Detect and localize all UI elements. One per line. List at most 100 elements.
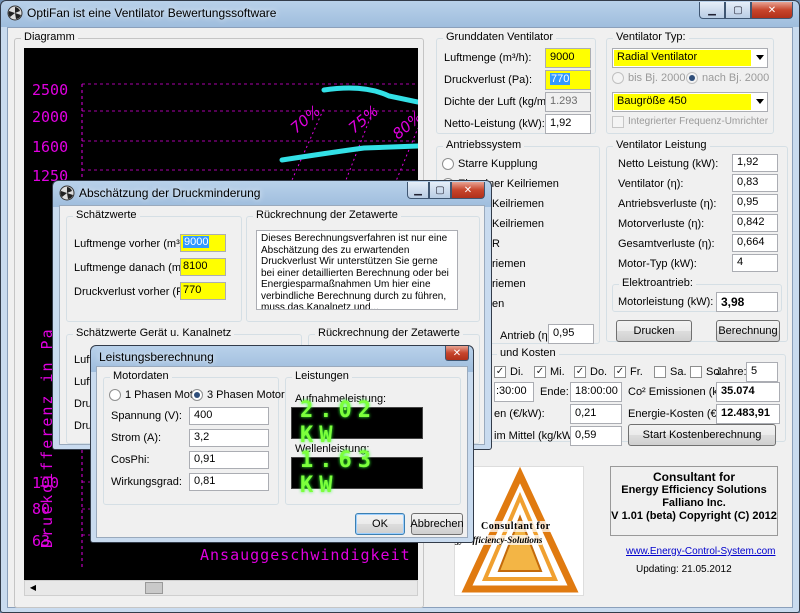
leistung-row-label: Motor-Typ (kW): — [618, 258, 697, 270]
nach-2000-radio[interactable] — [686, 72, 698, 84]
fan-app-icon — [7, 5, 23, 21]
leistung-row-label: Gesamtverluste (η): — [618, 238, 715, 250]
leistung-row-value: 0,664 — [732, 234, 778, 252]
leistung-row-label: Antriebsverluste (η): — [618, 198, 717, 210]
leistung-row-label: Netto Leistung (kW): — [618, 158, 719, 170]
company-line-1: Consultant for — [653, 470, 735, 484]
leistung-titlebar[interactable]: Leistungsberechnung ✕ — [91, 346, 473, 366]
day-checkbox[interactable]: ✓ — [574, 366, 586, 378]
grunddaten-title: Grunddaten Ventilator — [443, 31, 557, 43]
maximize-button[interactable]: ▢ — [725, 2, 751, 19]
antrieb-option-label: Keilriemen — [492, 218, 544, 230]
leistungen-title: Leistungen — [292, 370, 352, 382]
fan-curve — [279, 143, 418, 163]
motorleistung-value: 3,98 — [716, 292, 778, 312]
dichte-input[interactable]: 1.293 — [545, 92, 591, 112]
minimize-icon: ▁ — [708, 4, 716, 16]
antrieb-eta-label: Antrieb (η): — [500, 330, 555, 342]
bis-2000-radio[interactable] — [612, 72, 624, 84]
leistung-row-value: 4 — [732, 254, 778, 272]
ende-input[interactable]: 18:00:00 — [570, 382, 622, 402]
phase3-radio[interactable] — [191, 389, 203, 401]
day-label: So. — [706, 366, 723, 378]
motor-row-label: Wirkungsgrad: — [111, 476, 182, 488]
druckverlust-input[interactable]: 770 — [545, 70, 591, 90]
close-icon: ✕ — [767, 4, 777, 16]
fu-checkbox[interactable] — [612, 116, 624, 128]
antrieb-option-label: Starre Kupplung — [458, 158, 538, 170]
company-url-link[interactable]: www.Energy-Control-System.com — [626, 546, 775, 557]
chart-y-tick: 2500 — [32, 81, 68, 99]
logo-graphic — [461, 466, 579, 593]
motor-row-input[interactable]: 400 — [189, 407, 269, 425]
motordaten-title: Motordaten — [110, 370, 172, 382]
scroll-thumb[interactable] — [145, 582, 163, 594]
schaetz-row-label: Luftmenge vorher (m³/h): — [74, 238, 196, 250]
druckverlust-label: Druckverlust (Pa): — [444, 74, 533, 86]
antrieb-option-radio[interactable] — [442, 158, 454, 170]
wellen-display: 1.63 KW — [291, 448, 423, 498]
fan-curve — [321, 85, 418, 105]
leistung-row-value: 1,92 — [732, 154, 778, 172]
start-time-input[interactable]: :30:00 — [494, 382, 534, 402]
diagram-label: Diagramm — [21, 31, 78, 43]
chart-y-tick: 2000 — [32, 108, 68, 126]
schaetz-row-input[interactable]: 770 — [180, 282, 226, 300]
chart-y-tick: 1600 — [32, 138, 68, 156]
preis-input[interactable]: 0,21 — [570, 404, 622, 424]
day-checkbox[interactable] — [654, 366, 666, 378]
minimize-icon: ▁ — [414, 184, 422, 196]
co2-value: 35.074 — [716, 382, 780, 402]
chart-scrollbar[interactable]: ◀ — [24, 580, 418, 596]
motor-row-input[interactable]: 3,2 — [189, 429, 269, 447]
ende-label: Ende: — [540, 386, 569, 398]
druckminderung-titlebar[interactable]: Abschätzung der Druckminderung ▁ ▢ ✕ — [53, 181, 491, 205]
netto-input[interactable]: 1,92 — [545, 114, 591, 134]
jahre-input[interactable]: 5 — [746, 362, 778, 382]
close-button[interactable]: ✕ — [445, 346, 469, 361]
ok-button[interactable]: OK — [355, 513, 405, 535]
start-kostenberechnung-button[interactable]: Start Kostenberechnung — [628, 424, 776, 446]
day-label: Di. — [510, 366, 524, 378]
chart-xlabel: Ansauggeschwindigkeit — [200, 546, 411, 564]
berechnung-button[interactable]: Berechnung — [716, 320, 780, 342]
antrieb-eta-input[interactable]: 0,95 — [548, 324, 594, 344]
mittel-input[interactable]: 0,59 — [570, 426, 622, 446]
schaetz-row-input[interactable]: 9000 — [180, 234, 226, 252]
day-label: Sa. — [670, 366, 687, 378]
fu-label: Integrierter Frequenz-Umrichter — [628, 116, 769, 127]
abbrechen-button[interactable]: Abbrechen — [410, 513, 464, 535]
maximize-button[interactable]: ▢ — [429, 182, 451, 199]
drucken-button[interactable]: Drucken — [616, 320, 692, 342]
schaetz-row-value: 8100 — [183, 260, 208, 272]
ventilator-typ-title: Ventilator Typ: — [613, 31, 689, 43]
close-button[interactable]: ✕ — [451, 182, 485, 199]
close-button[interactable]: ✕ — [751, 2, 793, 19]
elektroantrieb-title: Elektroantrieb: — [619, 277, 696, 289]
bis-2000-label: bis Bj. 2000 — [628, 72, 686, 84]
day-checkbox[interactable] — [690, 366, 702, 378]
leistung-row-label: Ventilator (η): — [618, 178, 684, 190]
mittel-label: im Mittel (kg/kW): — [494, 430, 579, 442]
main-titlebar[interactable]: OptiFan ist eine Ventilator Bewertungsso… — [1, 1, 799, 25]
baugroesse-select[interactable]: Baugröße 450 — [612, 92, 768, 112]
day-checkbox[interactable]: ✓ — [614, 366, 626, 378]
luftmenge-input[interactable]: 9000 — [545, 48, 591, 68]
baugroesse-value: Baugröße 450 — [614, 94, 751, 110]
luftmenge-label: Luftmenge (m³/h): — [444, 52, 532, 64]
company-line-2: Energy Efficiency Solutions — [621, 484, 767, 496]
energie-value: 12.483,91 — [716, 404, 780, 424]
scroll-left-arrow[interactable]: ◀ — [25, 581, 41, 595]
minimize-button[interactable]: ▁ — [699, 2, 725, 19]
leistung-title: Leistungsberechnung — [99, 350, 214, 364]
geraet-kanalnetz-title: Schätzwerte Gerät u. Kanalnetz — [73, 327, 235, 339]
schaetz-row-input[interactable]: 8100 — [180, 258, 226, 276]
motor-row-input[interactable]: 0,81 — [189, 473, 269, 491]
ventilator-type-select[interactable]: Radial Ventilator — [612, 48, 768, 68]
day-checkbox[interactable]: ✓ — [534, 366, 546, 378]
motor-row-input[interactable]: 0,91 — [189, 451, 269, 469]
minimize-button[interactable]: ▁ — [407, 182, 429, 199]
motorleistung-label: Motorleistung (kW): — [618, 296, 714, 308]
day-checkbox[interactable]: ✓ — [494, 366, 506, 378]
phase1-radio[interactable] — [109, 389, 121, 401]
